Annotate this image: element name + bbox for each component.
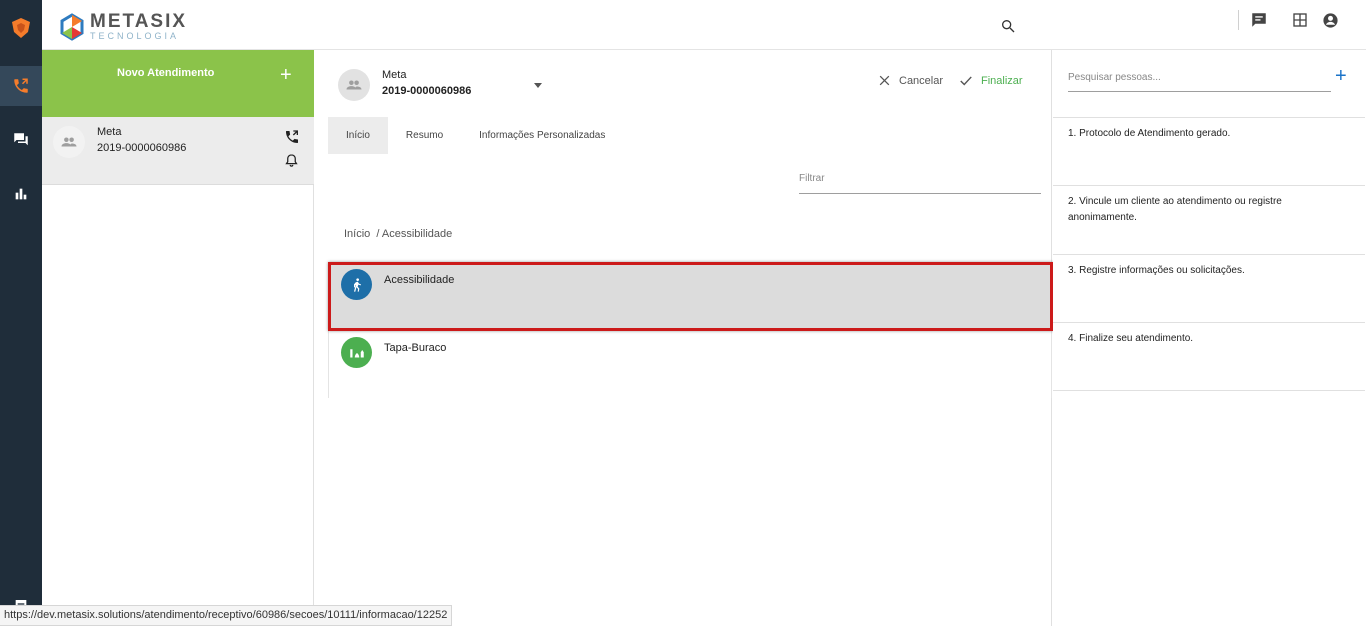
new-call-label: Novo Atendimento bbox=[117, 67, 215, 79]
plus-icon: + bbox=[280, 64, 292, 86]
brand-name: METASIX bbox=[90, 11, 188, 32]
search-icon bbox=[1002, 19, 1015, 33]
selected-avatar bbox=[338, 69, 370, 101]
tab-informacoes-personalizadas[interactable]: Informações Personalizadas bbox=[461, 117, 623, 154]
tab-bar: Início Resumo Informações Personalizadas bbox=[328, 117, 623, 154]
phone-forward-icon bbox=[286, 130, 298, 143]
walking-person-icon bbox=[341, 269, 372, 300]
brand-tagline: TECNOLOGIA bbox=[90, 31, 180, 41]
chat-icon bbox=[14, 133, 28, 146]
status-bar-url: https://dev.metasix.solutions/atendiment… bbox=[0, 605, 453, 626]
new-call-button[interactable]: Novo Atendimento + bbox=[42, 50, 314, 117]
group-avatar bbox=[53, 126, 85, 158]
call-card-number: 2019-0000060986 bbox=[97, 142, 187, 154]
phone-forward-icon bbox=[14, 78, 28, 93]
header-divider bbox=[1238, 10, 1239, 30]
check-icon bbox=[960, 76, 972, 86]
hexagon-logo-icon bbox=[60, 12, 84, 41]
filter-field bbox=[799, 164, 1041, 194]
step-1: 1. Protocolo de Atendimento gerado. bbox=[1053, 117, 1365, 185]
grid-icon bbox=[1293, 13, 1307, 27]
shield-logo-icon bbox=[12, 18, 30, 38]
step-4: 4. Finalize seu atendimento. bbox=[1053, 322, 1365, 391]
calls-panel: Novo Atendimento + Meta 2019-0000060986 bbox=[42, 50, 314, 626]
cancel-button[interactable]: Cancelar bbox=[878, 74, 943, 87]
tab-resumo[interactable]: Resumo bbox=[388, 117, 461, 154]
category-label: Acessibilidade bbox=[384, 274, 455, 286]
header-apps-button[interactable] bbox=[1290, 10, 1310, 30]
header-account-button[interactable] bbox=[1320, 10, 1340, 30]
people-icon bbox=[346, 80, 362, 90]
message-icon bbox=[1252, 13, 1266, 27]
call-card-name: Meta bbox=[97, 126, 122, 138]
finalize-label: Finalizar bbox=[981, 75, 1023, 87]
call-card[interactable]: Meta 2019-0000060986 bbox=[42, 117, 314, 185]
call-card-notification-button[interactable] bbox=[284, 153, 299, 171]
app-logo-button[interactable] bbox=[0, 8, 42, 48]
tab-inicio[interactable]: Início bbox=[328, 117, 388, 154]
selected-call-number: 2019-0000060986 bbox=[382, 85, 472, 97]
header-messages-button[interactable] bbox=[1249, 10, 1269, 30]
step-3: 3. Registre informações ou solicitações. bbox=[1053, 254, 1365, 322]
step-2: 2. Vincule um cliente ao atendimento ou … bbox=[1053, 185, 1365, 253]
bar-chart-icon bbox=[15, 188, 27, 200]
search-people-input[interactable] bbox=[1068, 64, 1331, 91]
category-list: Acessibilidade Tapa-Buraco bbox=[328, 262, 1052, 398]
selected-call-name: Meta bbox=[382, 69, 407, 81]
filter-input[interactable] bbox=[799, 164, 1041, 193]
top-header: METASIX TECNOLOGIA bbox=[42, 0, 1366, 50]
cancel-label: Cancelar bbox=[899, 74, 944, 87]
header-search-button[interactable] bbox=[998, 16, 1018, 36]
brand-logo[interactable]: METASIX TECNOLOGIA bbox=[58, 12, 187, 41]
close-icon bbox=[879, 75, 890, 86]
add-person-button[interactable]: + bbox=[1335, 66, 1347, 86]
rail-calls-button[interactable] bbox=[0, 66, 42, 106]
account-icon bbox=[1322, 12, 1338, 28]
nav-rail bbox=[0, 0, 42, 626]
people-panel: + 1. Protocolo de Atendimento gerado. 2.… bbox=[1053, 50, 1366, 626]
bell-icon bbox=[285, 154, 298, 167]
call-card-phone-button[interactable] bbox=[284, 129, 300, 148]
main-panel: Meta 2019-0000060986 Cancelar Finalizar … bbox=[314, 50, 1052, 626]
list-item-tapa-buraco[interactable]: Tapa-Buraco bbox=[329, 330, 1051, 398]
breadcrumb: Início / Acessibilidade bbox=[344, 228, 453, 240]
category-label: Tapa-Buraco bbox=[384, 342, 447, 354]
chevron-down-icon[interactable] bbox=[534, 83, 542, 88]
roadwork-icon bbox=[341, 337, 372, 368]
search-people-field bbox=[1068, 64, 1331, 92]
finalize-button[interactable]: Finalizar bbox=[959, 74, 1023, 88]
rail-chat-button[interactable] bbox=[0, 120, 42, 160]
rail-reports-button[interactable] bbox=[0, 174, 42, 214]
people-icon bbox=[61, 137, 77, 147]
list-item-acessibilidade[interactable]: Acessibilidade bbox=[329, 262, 1051, 330]
